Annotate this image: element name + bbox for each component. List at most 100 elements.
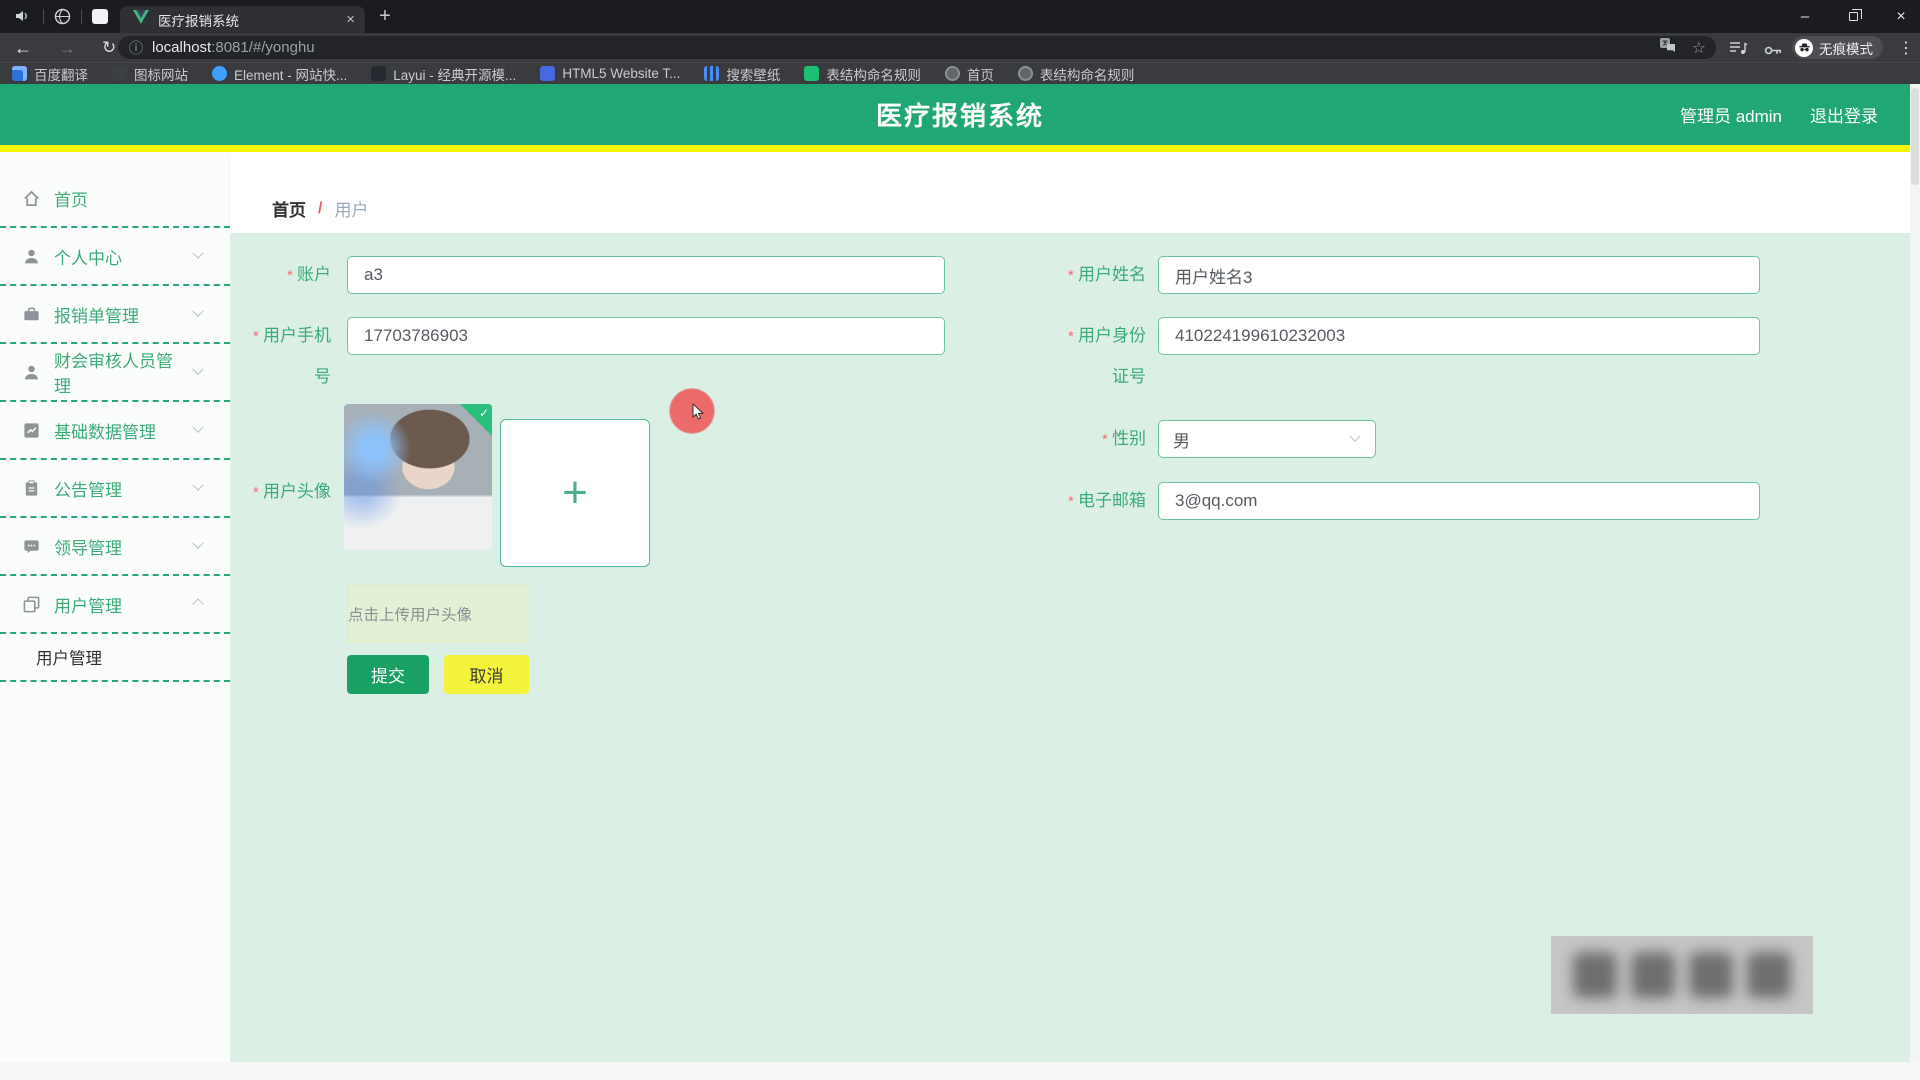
id-card-input[interactable] (1158, 317, 1760, 355)
account-input[interactable] (347, 256, 945, 294)
chevron-up-icon (192, 598, 203, 609)
submit-button[interactable]: 提交 (347, 655, 429, 694)
pinned-tab-blank-icon[interactable] (92, 9, 108, 24)
logout-link[interactable]: 退出登录 (1810, 102, 1878, 127)
watermark-blob (1747, 952, 1791, 998)
url-path: :8081/#/yonghu (211, 39, 314, 56)
incognito-label: 无痕模式 (1819, 38, 1873, 58)
sidebar-item-leaders[interactable]: 领导管理 (0, 518, 230, 576)
bookmark-favicon (804, 66, 819, 81)
sidebar-item-personal-center[interactable]: 个人中心 (0, 228, 230, 286)
chevron-down-icon (192, 480, 203, 491)
password-key-icon[interactable] (1764, 43, 1783, 61)
bookmark-item[interactable]: 百度翻译 (12, 64, 88, 84)
blurred-watermark (1551, 936, 1813, 1014)
bookmark-favicon (704, 66, 719, 81)
bookmark-item[interactable]: 搜索壁纸 (704, 64, 780, 84)
chevron-down-icon (192, 248, 203, 259)
app-title: 医疗报销系统 (0, 96, 1920, 133)
clipboard-icon (22, 479, 41, 498)
sidebar-subitem-user-management[interactable]: 用户管理 (0, 634, 230, 682)
bookmark-favicon (112, 66, 127, 81)
cursor-icon (688, 402, 708, 422)
upload-hint-text: 点击上传用户头像 (348, 603, 472, 625)
new-tab-button[interactable]: + (372, 4, 398, 30)
bookmark-favicon (12, 66, 27, 81)
scrollbar-thumb[interactable] (1911, 88, 1919, 185)
sidebar-item-user-management[interactable]: 用户管理 (0, 576, 230, 634)
click-highlight-marker (670, 389, 714, 433)
bookmark-item[interactable]: Element - 网站快... (212, 64, 347, 84)
vue-logo-icon (133, 10, 149, 29)
chevron-down-icon (192, 422, 203, 433)
gender-value: 男 (1173, 427, 1190, 452)
user-icon (22, 247, 41, 266)
bookmark-favicon (540, 66, 555, 81)
breadcrumb-home-link[interactable]: 首页 (272, 196, 306, 221)
header-accent-bar (0, 145, 1920, 152)
bookmark-item[interactable]: 表结构命名规则 (804, 64, 921, 84)
tab-title: 医疗报销系统 (158, 10, 337, 30)
bookmark-star-icon[interactable]: ☆ (1692, 38, 1706, 58)
active-tab[interactable]: 医疗报销系统 × (120, 6, 365, 33)
window-close-button[interactable]: × (1878, 0, 1920, 33)
pinned-tab-globe-icon[interactable] (54, 8, 71, 30)
site-info-icon[interactable]: ⓘ (129, 38, 143, 58)
sidebar-item-announcements[interactable]: 公告管理 (0, 460, 230, 518)
name-input[interactable] (1158, 256, 1760, 294)
cancel-button[interactable]: 取消 (444, 655, 529, 694)
sidebar-item-home[interactable]: 首页 (0, 170, 230, 228)
breadcrumb-current: 用户 (334, 196, 368, 221)
incognito-icon (1795, 39, 1813, 57)
chevron-down-icon (1349, 431, 1360, 442)
gender-select[interactable]: 男 (1158, 420, 1376, 458)
bookmark-item[interactable]: HTML5 Website T... (540, 66, 680, 81)
bookmark-favicon (371, 66, 386, 81)
bookmark-favicon (212, 66, 227, 81)
chevron-down-icon (192, 538, 203, 549)
gender-label: 性别 (1060, 420, 1146, 459)
speaker-icon (14, 8, 30, 29)
avatar-image[interactable]: ✓ (344, 404, 492, 550)
email-label: 电子邮箱 (1060, 482, 1146, 521)
media-controls-icon[interactable] (1729, 41, 1748, 60)
id-card-label: 用户身份证号 (1060, 316, 1146, 397)
app-header: 医疗报销系统 管理员 admin 退出登录 (0, 84, 1920, 145)
home-icon (22, 189, 41, 208)
forward-button[interactable]: → (58, 39, 76, 57)
window-restore-button[interactable] (1830, 0, 1876, 33)
translate-icon[interactable] (1659, 37, 1676, 59)
chat-icon (22, 537, 41, 556)
copy-icon (22, 595, 41, 614)
avatar-upload-box[interactable]: + (500, 419, 650, 567)
name-label: 用户姓名 (1060, 256, 1146, 295)
sidebar-item-base-data[interactable]: 基础数据管理 (0, 402, 230, 460)
sidebar-item-finance-auditors[interactable]: 财会审核人员管理 (0, 344, 230, 402)
phone-input[interactable] (347, 317, 945, 355)
bookmarks-bar: 百度翻译 图标网站 Element - 网站快... Layui - 经典开源模… (0, 62, 1920, 84)
vertical-scrollbar[interactable] (1910, 84, 1920, 1062)
back-button[interactable]: ← (14, 39, 32, 57)
url-host: localhost (152, 39, 211, 56)
bookmark-item[interactable]: 表结构命名规则 (1018, 64, 1135, 84)
browser-menu-icon[interactable]: ⋮ (1898, 38, 1914, 58)
email-input[interactable] (1158, 482, 1760, 520)
tab-strip: 医疗报销系统 × + – × (0, 0, 1920, 33)
bookmark-item[interactable]: Layui - 经典开源模... (371, 64, 516, 84)
tab-separator (81, 9, 82, 24)
address-bar[interactable]: ⓘ localhost:8081/#/yonghu ☆ (118, 36, 1716, 59)
chevron-down-icon (193, 364, 204, 375)
bookmark-item[interactable]: 首页 (945, 64, 994, 84)
user-icon (22, 363, 41, 382)
bookmark-favicon (945, 66, 960, 81)
tab-close-icon[interactable]: × (346, 12, 355, 27)
upload-hint-box: 点击上传用户头像 (347, 585, 530, 642)
window-minimize-button[interactable]: – (1782, 0, 1828, 33)
watermark-blob (1631, 952, 1675, 998)
bookmark-item[interactable]: 图标网站 (112, 64, 188, 84)
bookmark-favicon (1018, 66, 1033, 81)
sidebar-item-reimbursement[interactable]: 报销单管理 (0, 286, 230, 344)
sidebar: 首页 个人中心 报销单管理 财会审核人员管理 基础数据管理 公告管理 (0, 152, 230, 1062)
refresh-button[interactable]: ↻ (102, 39, 116, 56)
horizontal-scrollbar[interactable] (0, 1062, 1920, 1080)
